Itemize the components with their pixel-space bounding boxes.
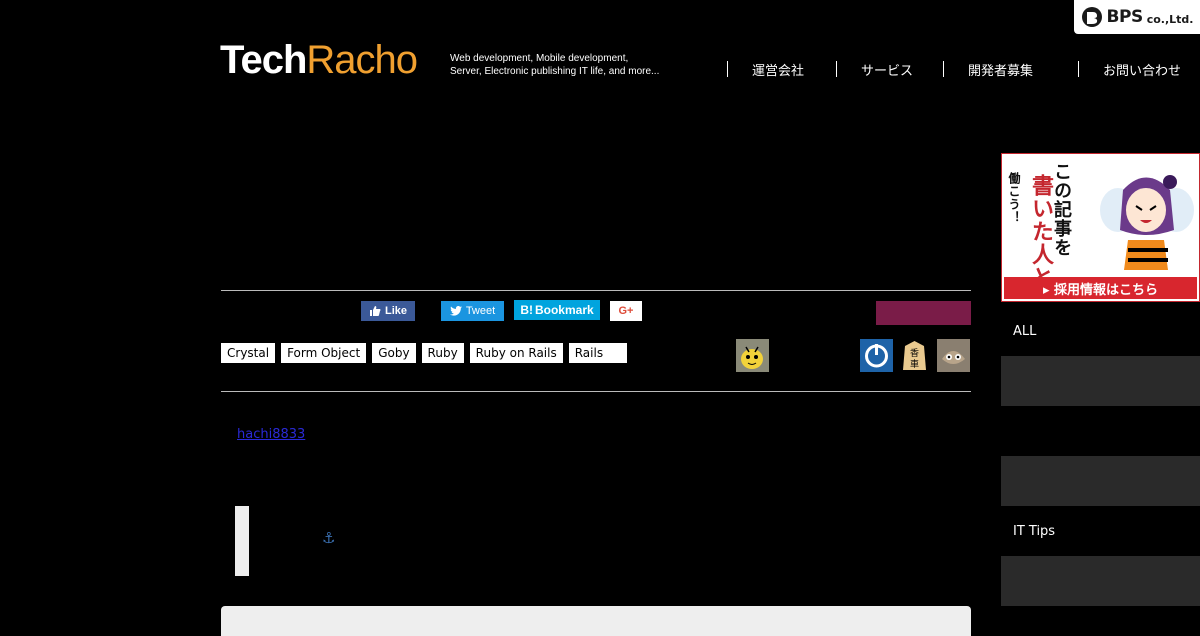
tag-item[interactable]: Ruby (421, 343, 464, 363)
site-logo[interactable]: TechRacho (220, 38, 418, 82)
main-nav: 運営会社 サービス 開発者募集 お問い合わせ (727, 59, 1181, 79)
thumbs-up-icon (369, 306, 381, 316)
avatar-shogi[interactable]: 香 車 (898, 339, 931, 372)
banner-text-small: 働こう！ (1007, 172, 1021, 224)
purple-action-button[interactable] (876, 301, 971, 325)
twitter-bird-icon (449, 306, 462, 316)
divider-bottom (221, 391, 971, 392)
google-plus-icon: G+ (618, 305, 634, 317)
recruit-banner[interactable]: この記事を 書いた人と 働こう！ ▸ 採用情報はこちら (1001, 153, 1200, 302)
nav-item-contact[interactable]: お問い合わせ (1078, 61, 1181, 79)
banner-cta: ▸ 採用情報はこちら (1004, 277, 1197, 299)
power-icon (860, 339, 893, 372)
tweet-button[interactable]: Tweet (441, 301, 504, 321)
tagline-line1: Web development, Mobile development, (450, 53, 629, 64)
avatar-monster[interactable] (937, 339, 970, 372)
tag-item[interactable]: Ruby on Rails (469, 343, 563, 363)
nav-item-services[interactable]: サービス (836, 61, 943, 79)
bps-mark-icon (1081, 7, 1102, 27)
divider-top (221, 290, 971, 291)
author-avatar[interactable] (736, 339, 769, 372)
sidebar-block[interactable] (1001, 456, 1200, 506)
tag-item[interactable]: Goby (372, 343, 416, 363)
shogi-piece-icon: 香 車 (898, 339, 931, 372)
author-link[interactable]: hachi8833 (237, 427, 305, 442)
sidebar-block[interactable] (1001, 556, 1200, 606)
company-suffix: co.,Ltd. (1146, 12, 1194, 26)
like-label: Like (384, 305, 407, 317)
blockquote-bar (235, 506, 249, 576)
hatena-bookmark-button[interactable]: B! Bookmark (514, 300, 600, 320)
facebook-like-button[interactable]: Like (361, 301, 415, 321)
logo-part2: Racho (306, 38, 418, 82)
site-tagline: Web development, Mobile development, Ser… (450, 52, 659, 78)
logo-part1: Tech (220, 38, 307, 82)
nav-item-company[interactable]: 運営会社 (727, 61, 836, 79)
sidebar-label-it-tips[interactable]: IT Tips (1013, 524, 1055, 539)
bee-character-icon (736, 339, 769, 372)
tag-item[interactable]: Rails (568, 343, 627, 363)
company-name: BPS (1106, 7, 1144, 27)
sidebar-label-all[interactable]: ALL (1013, 324, 1036, 339)
content-panel (221, 606, 971, 636)
nav-item-recruit[interactable]: 開発者募集 (943, 61, 1078, 79)
tag-item[interactable]: Form Object (281, 343, 367, 363)
tag-list: Crystal Form Object Goby Ruby Ruby on Ra… (221, 343, 627, 363)
tweet-label: Tweet (465, 305, 496, 317)
bookmark-label: Bookmark (534, 303, 594, 317)
banner-text-red: 書いた人と (1028, 174, 1053, 289)
tagline-line2: Server, Electronic publishing IT life, a… (450, 66, 660, 77)
company-logo[interactable]: BPS co.,Ltd. (1074, 0, 1200, 34)
monster-icon (937, 339, 970, 372)
hatena-b-icon: B! (520, 303, 533, 317)
google-plus-button[interactable]: G+ (610, 301, 642, 321)
avatar-power[interactable] (860, 339, 893, 372)
svg-text:香: 香 (910, 348, 919, 359)
anchor-icon[interactable]: ⚓ (322, 529, 335, 547)
tag-item[interactable]: Crystal (221, 343, 276, 363)
svg-text:車: 車 (910, 358, 919, 370)
bee-girl-illustration (1100, 175, 1194, 270)
sidebar-block[interactable] (1001, 356, 1200, 406)
